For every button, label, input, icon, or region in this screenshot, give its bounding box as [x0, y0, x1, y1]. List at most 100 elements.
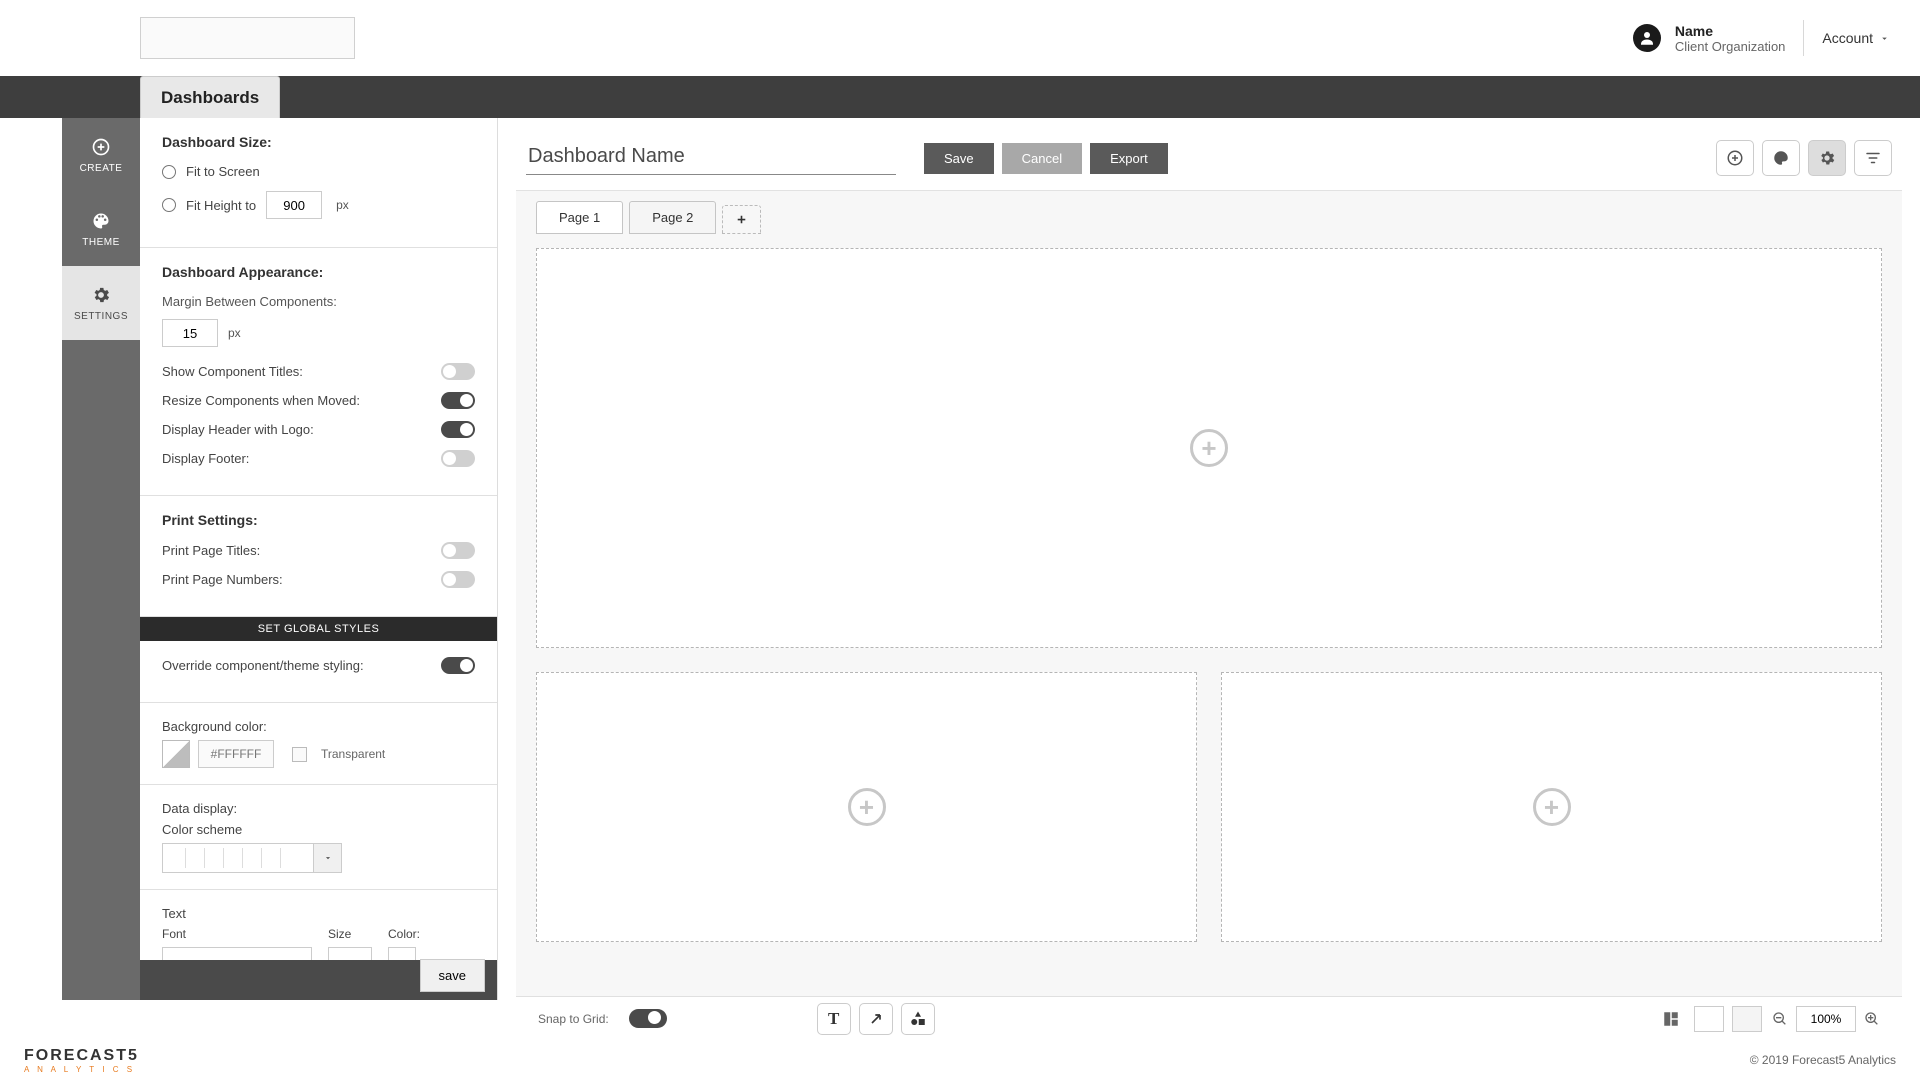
top-header: Name Client Organization Account [0, 0, 1920, 76]
global-styles-bar: SET GLOBAL STYLES [140, 617, 497, 641]
px-unit: px [336, 198, 349, 212]
rail-theme-label: THEME [82, 237, 120, 248]
plus-circle-icon: + [848, 788, 886, 826]
gear-icon [91, 285, 111, 305]
color-scheme-select[interactable] [162, 843, 342, 873]
left-rail: CREATE THEME SETTINGS [62, 118, 140, 1000]
margin-input[interactable] [162, 319, 218, 347]
brand-subtitle: A N A L Y T I C S [24, 1065, 139, 1074]
account-label: Account [1822, 30, 1873, 46]
page-tab-add[interactable] [722, 205, 761, 234]
rail-settings-label: SETTINGS [74, 311, 128, 322]
resize-moved-label: Resize Components when Moved: [162, 393, 360, 408]
zoom-input[interactable] [1796, 1006, 1856, 1032]
fit-screen-label: Fit to Screen [186, 164, 260, 179]
text-icon: T [828, 1009, 839, 1029]
margin-label: Margin Between Components: [162, 294, 475, 309]
divider [1803, 20, 1804, 56]
fit-height-label: Fit Height to [186, 198, 256, 213]
bg-hex-input[interactable] [198, 740, 274, 768]
size-label: Size [328, 927, 372, 941]
filter-button[interactable] [1854, 140, 1892, 176]
dashboard-name-input[interactable] [526, 141, 896, 175]
chevron-down-icon [1879, 33, 1890, 44]
plus-circle-icon [1726, 149, 1744, 167]
px-unit-2: px [228, 326, 241, 340]
size-heading: Dashboard Size: [162, 134, 475, 150]
palette-icon [91, 211, 111, 231]
transparent-checkbox[interactable] [292, 747, 307, 762]
rail-create[interactable]: CREATE [62, 118, 140, 192]
fit-height-input[interactable] [266, 191, 322, 219]
save-button[interactable]: Save [924, 143, 994, 174]
show-titles-label: Show Component Titles: [162, 364, 303, 379]
zoom-in-icon[interactable] [1864, 1011, 1880, 1027]
snap-toggle[interactable] [629, 1009, 667, 1028]
arrow-tool-button[interactable] [859, 1003, 893, 1035]
data-display-label: Data display: [162, 801, 475, 816]
view-box-1[interactable] [1694, 1006, 1724, 1032]
tab-strip: Dashboards [0, 76, 1920, 118]
account-menu[interactable]: Account [1822, 30, 1890, 46]
panel-save-button[interactable]: save [420, 959, 485, 992]
user-org: Client Organization [1675, 39, 1786, 54]
display-header-label: Display Header with Logo: [162, 422, 314, 437]
palette-icon [1772, 149, 1790, 167]
snap-label: Snap to Grid: [538, 1012, 609, 1026]
layout-icon [1662, 1010, 1680, 1028]
bg-color-swatch[interactable] [162, 740, 190, 768]
page-tab-1[interactable]: Page 1 [536, 201, 623, 234]
override-label: Override component/theme styling: [162, 658, 364, 673]
app-logo-placeholder [140, 17, 355, 59]
override-toggle[interactable] [441, 657, 475, 674]
settings-button[interactable] [1808, 140, 1846, 176]
avatar-icon [1633, 24, 1661, 52]
print-heading: Print Settings: [162, 512, 475, 528]
dropzone-2[interactable]: + [536, 672, 1197, 942]
print-numbers-toggle[interactable] [441, 571, 475, 588]
bg-color-label: Background color: [162, 719, 475, 734]
text-section-label: Text [162, 906, 475, 921]
page-tab-2[interactable]: Page 2 [629, 201, 716, 234]
plus-circle-icon: + [1190, 429, 1228, 467]
transparent-label: Transparent [321, 747, 385, 761]
copyright: © 2019 Forecast5 Analytics [1750, 1053, 1896, 1067]
appearance-heading: Dashboard Appearance: [162, 264, 475, 280]
dropzone-1[interactable]: + [536, 248, 1882, 648]
rail-settings[interactable]: SETTINGS [62, 266, 140, 340]
fit-screen-radio[interactable]: Fit to Screen [162, 164, 475, 179]
shapes-tool-button[interactable] [901, 1003, 935, 1035]
page-footer: FORECAST5 A N A L Y T I C S © 2019 Forec… [0, 1040, 1920, 1080]
add-component-button[interactable] [1716, 140, 1754, 176]
gear-icon [1818, 149, 1836, 167]
left-column: CREATE THEME SETTINGS [0, 118, 140, 1040]
font-label: Font [162, 927, 312, 941]
plus-icon [735, 213, 748, 226]
cancel-button[interactable]: Cancel [1002, 143, 1082, 174]
export-button[interactable]: Export [1090, 143, 1168, 174]
zoom-out-icon[interactable] [1772, 1011, 1788, 1027]
view-box-2[interactable] [1732, 1006, 1762, 1032]
dropzone-3[interactable]: + [1221, 672, 1882, 942]
text-tool-button[interactable]: T [817, 1003, 851, 1035]
tab-dashboards[interactable]: Dashboards [140, 76, 280, 118]
display-header-toggle[interactable] [441, 421, 475, 438]
show-titles-toggle[interactable] [441, 363, 475, 380]
shapes-icon [909, 1010, 927, 1028]
theme-button[interactable] [1762, 140, 1800, 176]
arrow-icon [868, 1011, 884, 1027]
fit-height-radio[interactable]: Fit Height to px [162, 191, 475, 219]
plus-circle-icon: + [1533, 788, 1571, 826]
resize-moved-toggle[interactable] [441, 392, 475, 409]
bottom-toolbar: Snap to Grid: T [516, 996, 1902, 1040]
print-numbers-label: Print Page Numbers: [162, 572, 283, 587]
settings-panel: Dashboard Size: Fit to Screen Fit Height… [140, 118, 498, 1000]
layout-view-button[interactable] [1656, 1006, 1686, 1032]
display-footer-toggle[interactable] [441, 450, 475, 467]
filter-icon [1864, 149, 1882, 167]
print-titles-toggle[interactable] [441, 542, 475, 559]
rail-theme[interactable]: THEME [62, 192, 140, 266]
color-scheme-label: Color scheme [162, 822, 475, 837]
display-footer-label: Display Footer: [162, 451, 249, 466]
user-name: Name [1675, 23, 1786, 39]
